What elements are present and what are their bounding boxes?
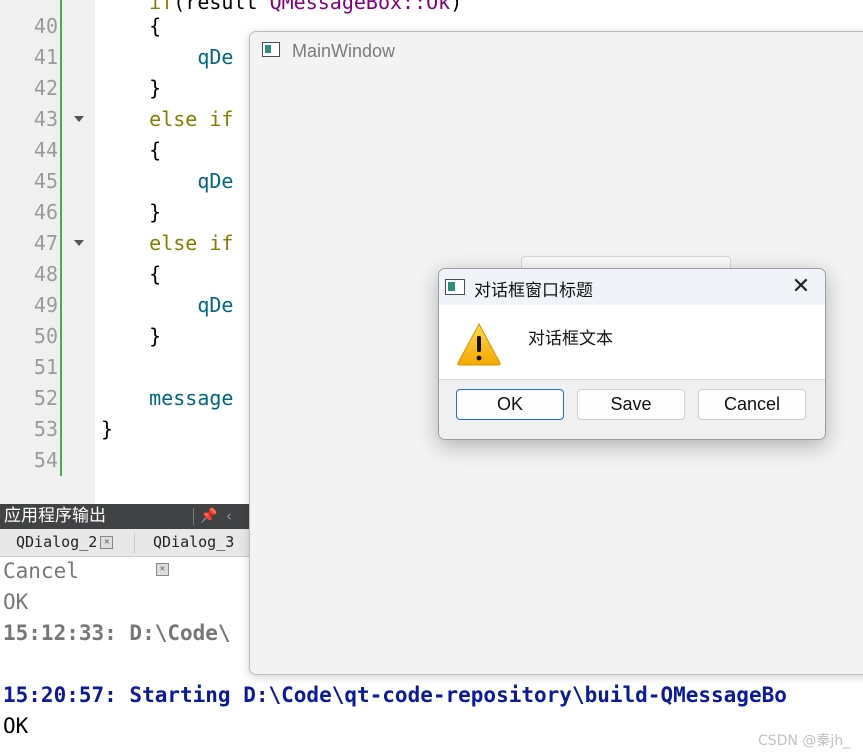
code-line: message	[101, 386, 234, 410]
chevron-left-icon[interactable]: ‹	[226, 504, 232, 529]
output-line: Cancel	[3, 559, 79, 583]
close-icon[interactable]: ✕	[100, 536, 114, 549]
change-indicator-bar	[60, 0, 62, 476]
line-number: 44	[33, 138, 58, 162]
code-line: {	[101, 138, 162, 162]
output-line: OK	[3, 590, 29, 614]
dialog-titlebar[interactable]: 对话框窗口标题 ✕	[439, 269, 825, 305]
window-icon	[262, 42, 280, 57]
main-window-titlebar[interactable]: MainWindow	[250, 32, 863, 72]
main-window-title: MainWindow	[292, 41, 396, 61]
fold-arrow-icon[interactable]	[74, 116, 84, 122]
code-line: }	[101, 324, 162, 348]
code-line: {	[101, 262, 162, 286]
line-number: 49	[33, 293, 58, 317]
line-number: 43	[33, 107, 58, 131]
line-number: 47	[33, 231, 58, 255]
code-line: qDe	[101, 169, 234, 193]
dialog-button-bar: OK Save Cancel	[439, 379, 825, 439]
line-number: 40	[33, 14, 58, 38]
code-line: }	[101, 200, 162, 224]
pin-icon[interactable]: 📌	[200, 504, 217, 529]
line-number: 42	[33, 76, 58, 100]
tab-label: QDialog_2	[16, 533, 98, 551]
code-line: qDe	[101, 45, 234, 69]
watermark: CSDN @秦jh_	[758, 733, 851, 749]
code-line: }	[101, 76, 162, 100]
line-number: 46	[33, 200, 58, 224]
window-icon	[445, 279, 465, 295]
output-line: 15:20:57: Starting D:\Code\qt-code-repos…	[3, 683, 787, 707]
code-line: else if	[101, 231, 234, 255]
save-button[interactable]: Save	[577, 389, 685, 420]
header-divider	[193, 508, 194, 525]
line-number: 45	[33, 169, 58, 193]
code-line: {	[101, 14, 162, 38]
code-line: qDe	[101, 293, 234, 317]
dialog-title: 对话框窗口标题	[474, 281, 593, 301]
line-number: 48	[33, 262, 58, 286]
close-icon[interactable]: ✕	[156, 563, 169, 576]
cancel-button[interactable]: Cancel	[698, 389, 806, 420]
output-pane-header: 应用程序输出 📌 ‹	[0, 504, 250, 529]
dialog-message-text: 对话框文本	[528, 329, 613, 349]
tab-label: QDialog_3	[153, 533, 235, 551]
output-tab-bar: QDialog_2 ✕ QDialog_3✕	[0, 529, 250, 576]
message-box-dialog[interactable]: 对话框窗口标题 ✕ 对话框文本 OK Save Cancel	[438, 268, 826, 440]
output-line: OK	[3, 714, 29, 738]
tab-qdialog-2[interactable]: QDialog_2 ✕	[16, 529, 114, 556]
line-number: 41	[33, 45, 58, 69]
line-number: 54	[33, 448, 58, 472]
code-line: }	[101, 417, 114, 441]
ok-button[interactable]: OK	[456, 389, 564, 420]
line-number: 50	[33, 324, 58, 348]
code-line: else if	[101, 107, 234, 131]
output-pane-title: 应用程序输出	[4, 506, 106, 526]
warning-icon	[457, 322, 501, 366]
tab-qdialog-3[interactable]: QDialog_3 ✕	[153, 529, 250, 576]
output-line: 15:12:33: D:\Code\	[3, 621, 231, 645]
tab-divider	[134, 533, 135, 553]
line-number: 52	[33, 386, 58, 410]
fold-arrow-icon[interactable]	[74, 240, 84, 246]
close-button[interactable]: ✕	[787, 275, 815, 299]
line-number: 53	[33, 417, 58, 441]
line-number: 51	[33, 355, 58, 379]
